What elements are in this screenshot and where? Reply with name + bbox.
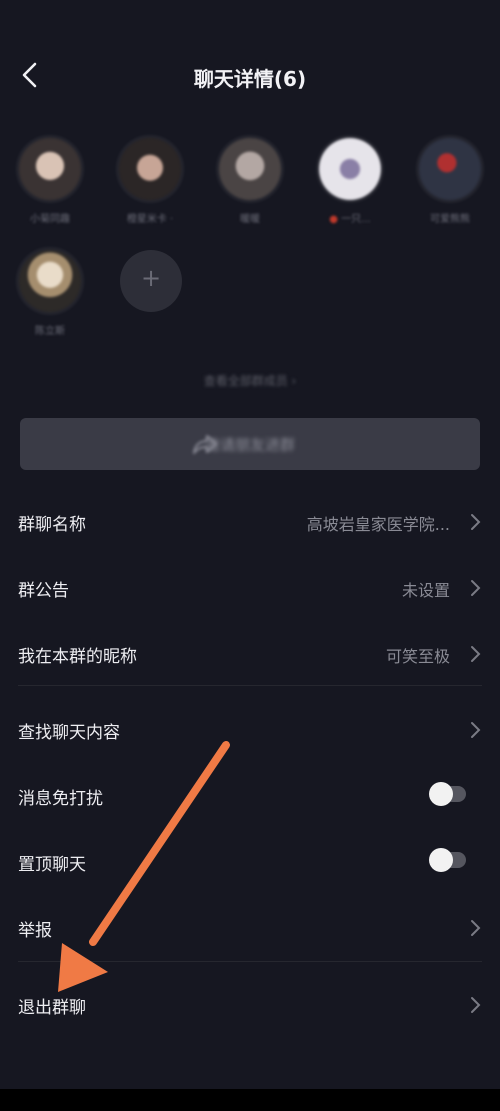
chevron-right-icon xyxy=(471,997,481,1013)
settings-row-search-history[interactable]: 查找聊天内容 xyxy=(0,702,500,758)
mute-toggle[interactable] xyxy=(429,782,466,806)
add-member-button[interactable]: + xyxy=(120,250,182,312)
row-label: 置顶聊天 xyxy=(18,855,86,875)
plus-icon: + xyxy=(140,264,162,292)
avatar[interactable] xyxy=(19,250,81,312)
member-item[interactable]: 暖暖 xyxy=(200,138,300,225)
row-label: 举报 xyxy=(18,921,52,941)
system-nav-bar xyxy=(0,1089,500,1111)
row-value: 高坡岩皇家医学院... xyxy=(306,515,450,534)
toggle-knob xyxy=(429,848,453,872)
divider xyxy=(18,961,482,962)
toggle-knob xyxy=(429,782,453,806)
row-label: 群聊名称 xyxy=(18,515,86,535)
member-name: 可爱熊熊 xyxy=(430,214,470,225)
row-value: 未设置 xyxy=(401,581,450,600)
divider xyxy=(18,685,482,686)
chevron-right-icon xyxy=(471,514,481,530)
settings-row-group-name[interactable]: 群聊名称 高坡岩皇家医学院... xyxy=(0,494,500,550)
avatar[interactable] xyxy=(119,138,181,200)
view-all-members-link[interactable]: 查看全部群成员 › xyxy=(0,372,500,389)
member-item[interactable]: 陈立斯 xyxy=(0,250,100,337)
member-item[interactable]: 可爱熊熊 xyxy=(400,138,500,225)
member-name: 橙星米卡 · xyxy=(126,214,174,225)
chevron-right-icon xyxy=(471,580,481,596)
chevron-right-icon xyxy=(471,646,481,662)
settings-row-pin: 置顶聊天 xyxy=(0,834,500,890)
member-name: 暖暖 xyxy=(240,214,260,225)
settings-row-my-nickname[interactable]: 我在本群的昵称 可笑至极 xyxy=(0,626,500,682)
row-label: 查找聊天内容 xyxy=(18,723,120,743)
member-item[interactable]: 小菊同趣 xyxy=(0,138,100,225)
pin-toggle[interactable] xyxy=(429,848,466,872)
member-name: 陈立斯 xyxy=(35,326,65,337)
row-label: 消息免打扰 xyxy=(18,789,103,809)
row-label: 退出群聊 xyxy=(18,998,86,1018)
settings-row-leave-group[interactable]: 退出群聊 xyxy=(0,977,500,1033)
member-item[interactable]: ● 一只... xyxy=(300,138,400,225)
member-item[interactable]: 橙星米卡 · xyxy=(100,138,200,225)
settings-row-announcement[interactable]: 群公告 未设置 xyxy=(0,560,500,616)
avatar[interactable] xyxy=(419,138,481,200)
settings-row-report[interactable]: 举报 xyxy=(0,900,500,956)
avatar[interactable] xyxy=(219,138,281,200)
chevron-right-icon xyxy=(471,920,481,936)
avatar[interactable] xyxy=(319,138,381,200)
row-value: 可笑至极 xyxy=(385,647,450,666)
row-label: 我在本群的昵称 xyxy=(18,647,137,667)
invite-share-label: 邀请朋友进群 xyxy=(204,436,295,454)
row-label: 群公告 xyxy=(18,581,69,601)
page-title: 聊天详情(6) xyxy=(193,67,307,91)
header: 聊天详情(6) xyxy=(0,40,500,112)
invite-share-button[interactable]: 邀请朋友进群 xyxy=(20,418,480,470)
member-name: 小菊同趣 xyxy=(30,214,70,225)
settings-row-mute: 消息免打扰 xyxy=(0,768,500,824)
member-name: ● 一只... xyxy=(329,214,371,225)
chevron-right-icon xyxy=(471,722,481,738)
avatar[interactable] xyxy=(19,138,81,200)
